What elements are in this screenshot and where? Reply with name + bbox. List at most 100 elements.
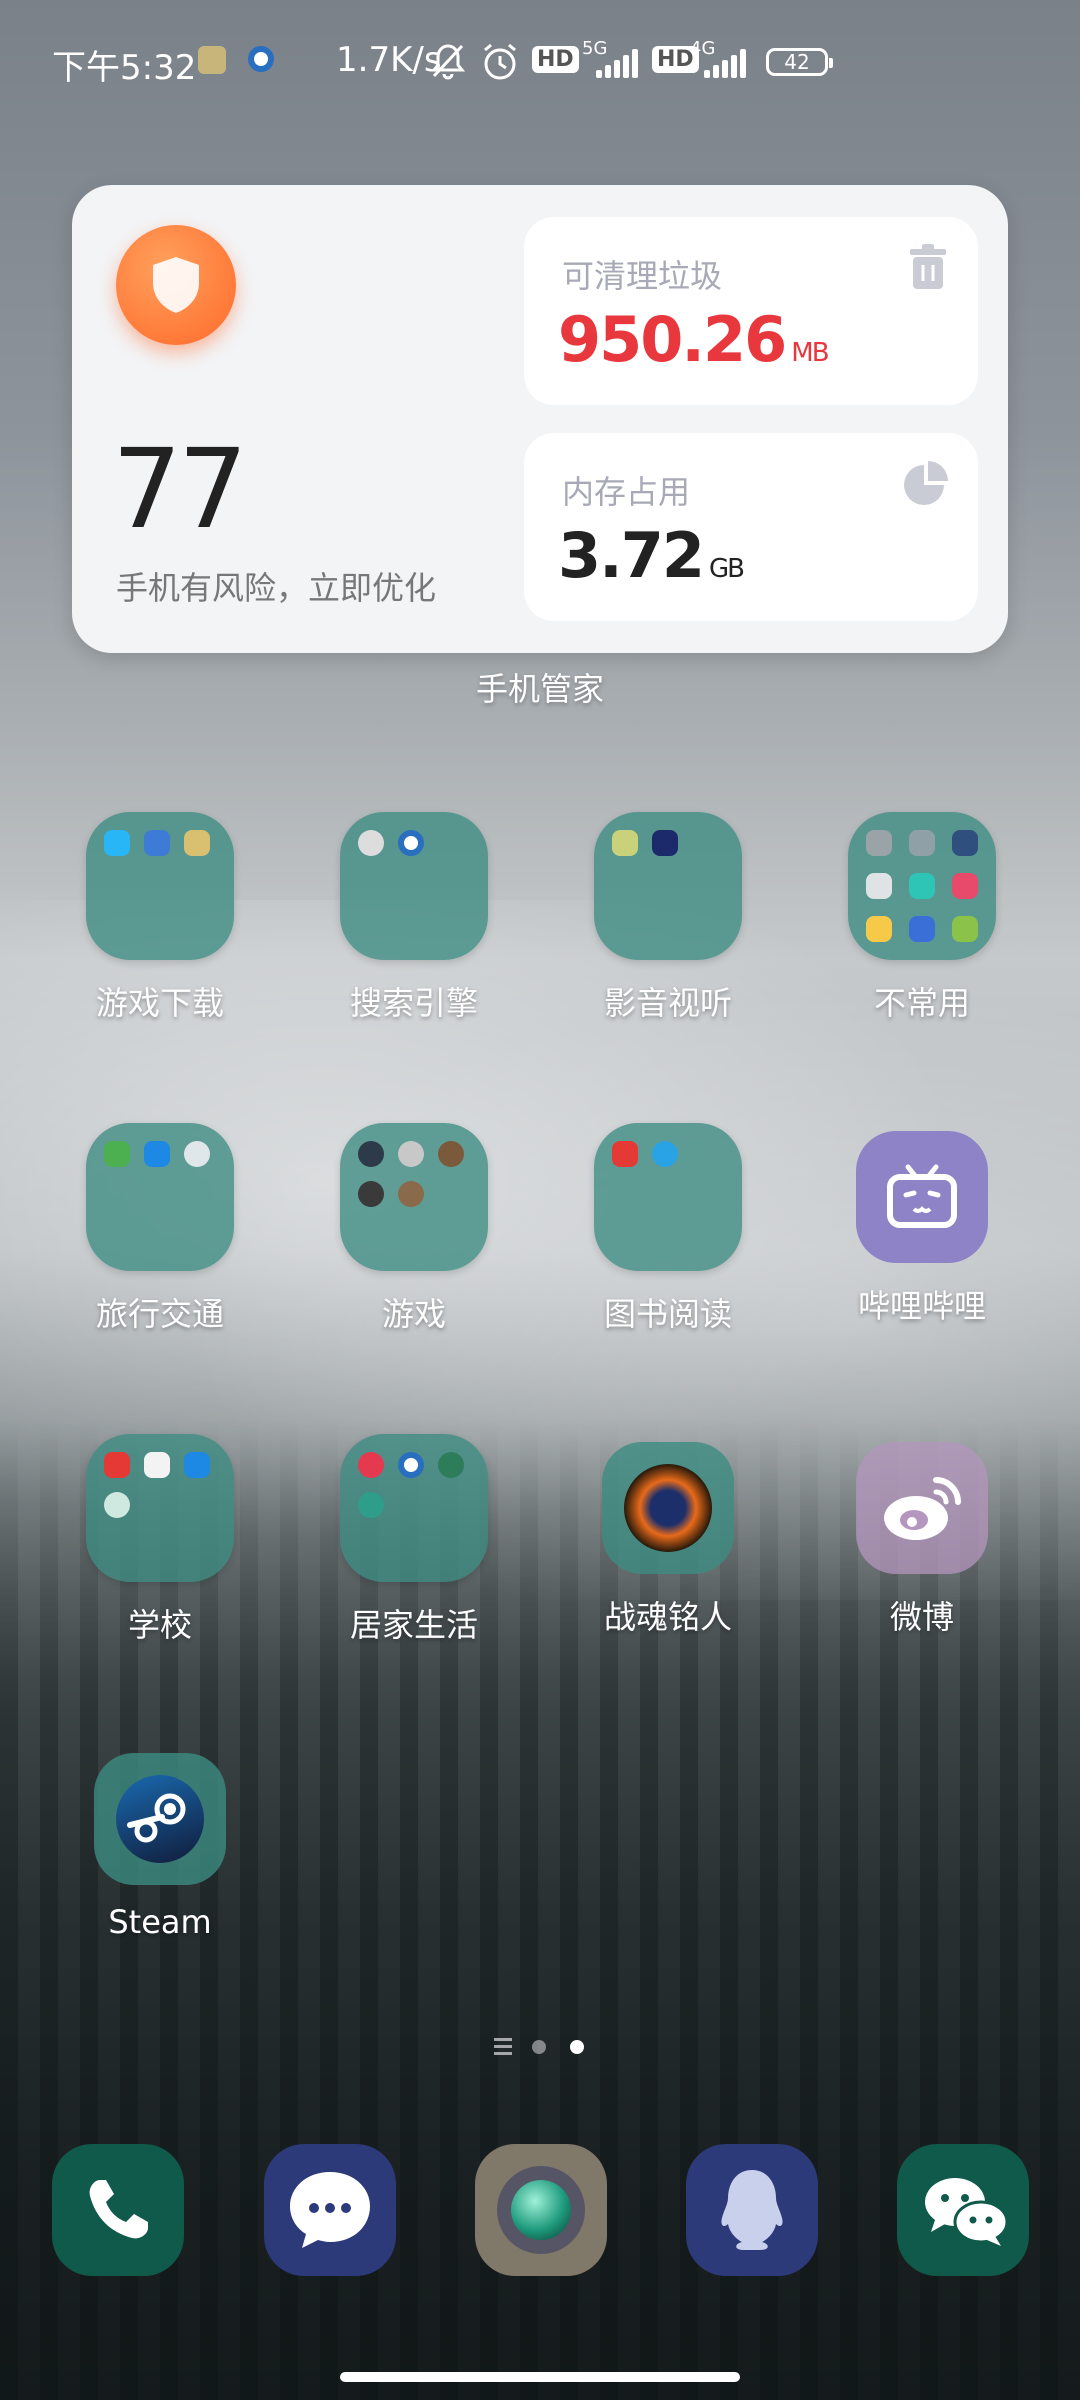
folder-icon	[86, 812, 234, 960]
app-label: 游戏	[381, 1295, 446, 1333]
memory-amount: 3.72 GB	[558, 519, 745, 592]
network-speed: 1.7K/s	[336, 40, 442, 80]
mini-app-icon	[866, 873, 892, 899]
folder-travel[interactable]: 旅行交通	[60, 1123, 260, 1335]
app-label: 不常用	[873, 984, 970, 1022]
hero-art	[624, 1464, 712, 1552]
app-label: 微博	[889, 1598, 954, 1636]
mini-app-icon	[398, 1141, 424, 1167]
qq-icon	[721, 2170, 783, 2250]
clock: 下午5:32	[52, 48, 197, 88]
dock-camera[interactable]	[475, 2144, 607, 2276]
mini-app-icon	[358, 1452, 384, 1478]
dock-qq[interactable]	[686, 2144, 818, 2276]
app-bilibili[interactable]: 哔哩哔哩	[822, 1123, 1022, 1327]
mini-app-icon	[612, 830, 638, 856]
app-label: 战魂铭人	[603, 1598, 732, 1636]
mini-app-icon	[952, 916, 978, 942]
folder-rarely-used[interactable]: 不常用	[822, 812, 1022, 1024]
junk-unit: MB	[791, 338, 829, 368]
game-mode-icon	[198, 46, 226, 74]
mini-app-icon	[952, 830, 978, 856]
app-label: 游戏下载	[95, 984, 224, 1022]
mini-app-icon	[952, 873, 978, 899]
security-score: 77	[112, 425, 248, 553]
app-label: 旅行交通	[95, 1295, 224, 1333]
folder-books[interactable]: 图书阅读	[568, 1123, 768, 1335]
mini-app-icon	[144, 1141, 170, 1167]
page-dot-1[interactable]	[532, 2040, 546, 2054]
steam-icon	[94, 1753, 226, 1885]
app-label: 影音视听	[603, 984, 732, 1022]
mini-app-icon	[612, 1141, 638, 1167]
page-indicator[interactable]	[0, 2036, 1080, 2056]
app-steam[interactable]: Steam	[60, 1745, 260, 1941]
folder-icon	[340, 1123, 488, 1271]
signal-1-icon	[596, 48, 644, 78]
mini-app-icon	[866, 916, 892, 942]
mini-app-icon	[438, 1141, 464, 1167]
mini-app-icon	[144, 1452, 170, 1478]
status-bar: 下午5:32 1.7K/s HD 5G HD 4G 42	[0, 0, 1080, 120]
folder-home-life[interactable]: 居家生活	[314, 1434, 514, 1646]
camera-icon	[497, 2166, 585, 2254]
mini-app-icon	[104, 1492, 130, 1518]
app-weibo[interactable]: 微博	[822, 1434, 1022, 1638]
folder-school[interactable]: 学校	[60, 1434, 260, 1646]
home-indicator[interactable]	[340, 2372, 740, 2382]
risk-message[interactable]: 手机有风险，立即优化	[116, 563, 436, 609]
mini-app-icon	[104, 1141, 130, 1167]
mini-app-icon	[104, 1452, 130, 1478]
app-label: Steam	[108, 1903, 212, 1941]
mini-app-icon	[184, 1141, 210, 1167]
mini-app-icon	[358, 1181, 384, 1207]
memory-value: 3.72	[558, 519, 705, 592]
app-label: 哔哩哔哩	[857, 1287, 986, 1325]
overview-menu-icon[interactable]	[494, 2038, 512, 2055]
mini-app-icon	[398, 1452, 424, 1478]
game-hero-icon	[602, 1442, 734, 1574]
hd-badge-1: HD	[532, 46, 579, 73]
mini-app-icon	[909, 830, 935, 856]
bilibili-icon	[856, 1131, 988, 1263]
folder-icon	[86, 1434, 234, 1582]
pie-chart-icon	[904, 461, 948, 505]
junk-amount: 950.26 MB	[558, 303, 830, 376]
folder-icon	[594, 812, 742, 960]
page-dot-2-active[interactable]	[570, 2040, 584, 2054]
memory-title: 内存占用	[562, 473, 691, 511]
folder-search-engines[interactable]: 搜索引擎	[314, 812, 514, 1024]
mini-app-icon	[438, 1452, 464, 1478]
dock-phone[interactable]	[52, 2144, 184, 2276]
steam-logo	[116, 1775, 204, 1863]
dock-messages[interactable]	[264, 2144, 396, 2276]
mini-app-icon	[652, 1141, 678, 1167]
app-label: 搜索引擎	[349, 984, 478, 1022]
folder-games[interactable]: 游戏	[314, 1123, 514, 1335]
folder-media[interactable]: 影音视听	[568, 812, 768, 1024]
folder-icon	[340, 812, 488, 960]
mini-app-icon	[104, 830, 130, 856]
folder-icon	[86, 1123, 234, 1271]
memory-usage-card[interactable]: 内存占用 3.72 GB	[524, 433, 978, 621]
mini-app-icon	[144, 830, 170, 856]
browser-mini-icon	[398, 830, 424, 856]
phone-manager-widget[interactable]: 77 手机有风险，立即优化 可清理垃圾 950.26 MB 内存占用 3.72 GB	[72, 185, 1008, 653]
security-shield-icon	[116, 225, 236, 345]
record-icon	[248, 46, 274, 72]
mini-app-icon	[358, 1141, 384, 1167]
mini-app-icon	[866, 830, 892, 856]
camera-lens	[511, 2180, 571, 2240]
app-label: 学校	[127, 1606, 192, 1644]
junk-cleanup-card[interactable]: 可清理垃圾 950.26 MB	[524, 217, 978, 405]
mini-app-icon	[398, 1181, 424, 1207]
wechat-icon	[925, 2178, 1009, 2246]
folder-game-download[interactable]: 游戏下载	[60, 812, 260, 1024]
junk-title: 可清理垃圾	[562, 257, 723, 295]
app-zhanhun[interactable]: 战魂铭人	[568, 1434, 768, 1638]
folder-icon	[848, 812, 996, 960]
mini-app-icon	[184, 1452, 210, 1478]
mini-app-icon	[184, 830, 210, 856]
junk-value: 950.26	[558, 303, 787, 376]
dock-wechat[interactable]	[897, 2144, 1029, 2276]
